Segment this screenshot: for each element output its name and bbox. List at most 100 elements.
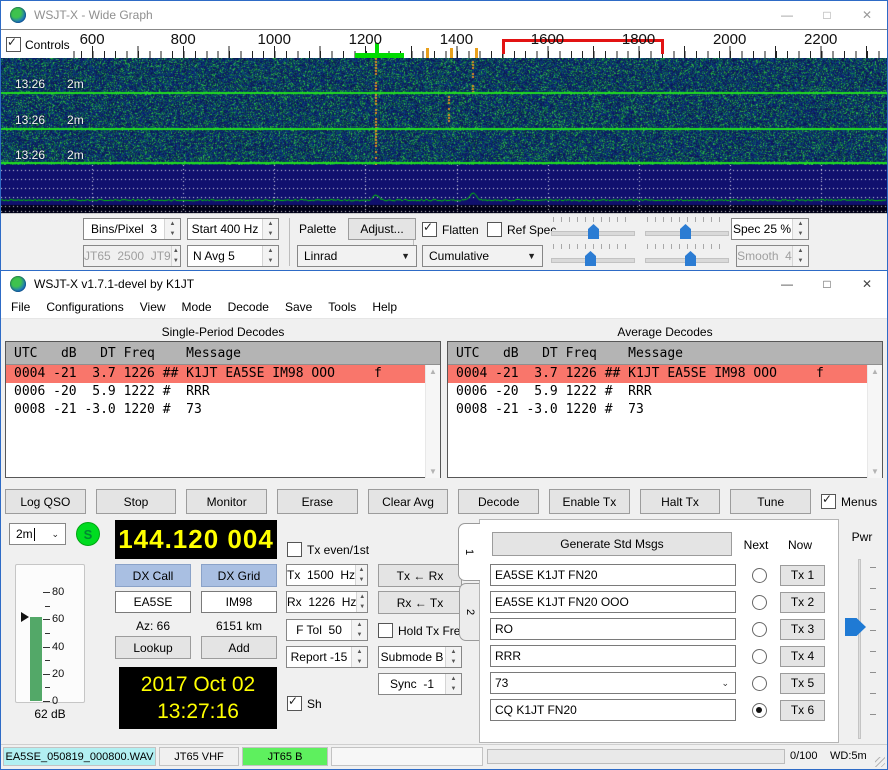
add-button[interactable]: Add xyxy=(201,636,277,659)
dx-call-button[interactable]: DX Call xyxy=(115,564,191,587)
spin-down-icon[interactable]: ▼ xyxy=(356,575,367,585)
tx6-message-input[interactable]: CQ K1JT FN20 xyxy=(490,699,736,721)
spectrum-display[interactable] xyxy=(1,165,887,213)
clear-avg-button[interactable]: Clear Avg xyxy=(368,489,449,514)
spin-down-icon[interactable]: ▼ xyxy=(446,684,461,694)
palette-select[interactable]: Linrad ▼ xyxy=(297,245,417,267)
f-tol-spinner[interactable]: F Tol 50 ▲▼ xyxy=(286,619,368,641)
tx5-next-radio[interactable] xyxy=(752,676,767,691)
menus-checkbox-box[interactable] xyxy=(821,494,836,509)
spin-up-icon[interactable]: ▲ xyxy=(446,674,461,684)
pwr-slider[interactable] xyxy=(858,559,861,739)
tx4-now-button[interactable]: Tx 4 xyxy=(780,646,825,667)
report-spinner[interactable]: Report -15 ▲▼ xyxy=(286,646,368,668)
spin-up-icon[interactable]: ▲ xyxy=(357,592,367,602)
scrollbar[interactable]: ▲▼ xyxy=(867,365,882,478)
sync-spinner[interactable]: Sync -1 ▲▼ xyxy=(378,673,462,695)
slider-handle[interactable] xyxy=(680,224,691,239)
tx5-now-button[interactable]: Tx 5 xyxy=(780,673,825,694)
decode-row[interactable]: 0006 -20 5.9 1222 # RRR xyxy=(448,383,882,401)
tab-2[interactable]: 2 xyxy=(459,583,480,641)
log-qso-button[interactable]: Log QSO xyxy=(5,489,86,514)
tx3-next-radio[interactable] xyxy=(752,622,767,637)
bins-pixel-spinner[interactable]: Bins/Pixel 3 ▲▼ xyxy=(83,218,181,240)
frequency-scale[interactable]: Controls 6008001000120014001600180020002… xyxy=(1,29,887,58)
menu-file[interactable]: File xyxy=(3,300,38,314)
spin-down-icon[interactable]: ▼ xyxy=(357,602,367,612)
spin-down-icon[interactable]: ▼ xyxy=(352,657,367,667)
menu-help[interactable]: Help xyxy=(364,300,405,314)
menu-view[interactable]: View xyxy=(132,300,174,314)
slider-handle[interactable] xyxy=(685,251,696,266)
spin-down-icon[interactable]: ▼ xyxy=(446,657,461,667)
dx-call-input[interactable]: EA5SE xyxy=(115,591,191,613)
spin-up-icon[interactable]: ▲ xyxy=(352,647,367,657)
ref-spec-checkbox[interactable]: Ref Spec xyxy=(487,222,556,237)
rx-freq-spinner[interactable]: Rx 1226 Hz ▲▼ xyxy=(286,591,368,613)
halt-tx-button[interactable]: Halt Tx xyxy=(640,489,721,514)
tx-even-checkbox[interactable]: Tx even/1st xyxy=(287,542,369,557)
decode-row[interactable]: 0004 -21 3.7 1226 ## K1JT EA5SE IM98 OOO… xyxy=(448,365,882,383)
controls-checkbox-box[interactable] xyxy=(6,37,21,52)
tx-even-checkbox-box[interactable] xyxy=(287,542,302,557)
monitor-button[interactable]: Monitor xyxy=(186,489,267,514)
resize-grip[interactable] xyxy=(875,757,885,767)
tx4-next-radio[interactable] xyxy=(752,649,767,664)
spin-down-icon[interactable]: ▼ xyxy=(263,256,278,266)
menu-mode[interactable]: Mode xyxy=(174,300,220,314)
controls-checkbox[interactable]: Controls xyxy=(6,37,73,52)
display-mode-select[interactable]: Cumulative ▼ xyxy=(422,245,543,267)
menu-tools[interactable]: Tools xyxy=(320,300,364,314)
ref-spec-checkbox-box[interactable] xyxy=(487,222,502,237)
decode-row[interactable]: 0004 -21 3.7 1226 ## K1JT EA5SE IM98 OOO… xyxy=(6,365,440,383)
sh-checkbox-box[interactable] xyxy=(287,696,302,711)
tx6-now-button[interactable]: Tx 6 xyxy=(780,700,825,721)
gain-slider-1[interactable] xyxy=(549,217,637,241)
tx3-message-input[interactable]: RO xyxy=(490,618,736,640)
spin-up-icon[interactable]: ▲ xyxy=(263,246,278,256)
menu-save[interactable]: Save xyxy=(277,300,320,314)
spin-down-icon[interactable]: ▼ xyxy=(165,229,180,239)
decode-button[interactable]: Decode xyxy=(458,489,539,514)
hold-tx-freq-checkbox[interactable]: Hold Tx Freq xyxy=(378,623,467,638)
sh-checkbox[interactable]: Sh xyxy=(287,696,322,711)
tx6-next-radio[interactable] xyxy=(752,703,767,718)
menus-checkbox[interactable]: Menus xyxy=(821,494,883,509)
spin-up-icon[interactable]: ▲ xyxy=(352,620,367,630)
spin-up-icon[interactable]: ▲ xyxy=(793,219,808,229)
scrollbar[interactable]: ▲▼ xyxy=(425,365,440,478)
slider-handle[interactable] xyxy=(585,251,596,266)
rx-from-tx-button[interactable]: Rx ← Tx xyxy=(378,591,462,614)
spec-percent-spinner[interactable]: Spec 25 % ▲▼ xyxy=(731,218,809,240)
minimize-icon[interactable]: — xyxy=(767,271,807,296)
spin-up-icon[interactable]: ▲ xyxy=(356,565,367,575)
enable-tx-button[interactable]: Enable Tx xyxy=(549,489,630,514)
waterfall-display[interactable] xyxy=(1,58,887,165)
flatten-checkbox-box[interactable] xyxy=(422,222,437,237)
lookup-button[interactable]: Lookup xyxy=(115,636,191,659)
minimize-icon[interactable]: — xyxy=(767,1,807,29)
single-period-decodes-table[interactable]: UTC dB DT Freq Message 0004 -21 3.7 1226… xyxy=(5,341,441,478)
tx1-now-button[interactable]: Tx 1 xyxy=(780,565,825,586)
menu-configurations[interactable]: Configurations xyxy=(38,300,131,314)
submode-spinner[interactable]: Submode B ▲▼ xyxy=(378,646,462,668)
gain-slider-2[interactable] xyxy=(643,217,731,241)
start-hz-spinner[interactable]: Start 400 Hz ▲▼ xyxy=(187,218,279,240)
close-icon[interactable]: ✕ xyxy=(847,271,887,296)
close-icon[interactable]: ✕ xyxy=(847,1,887,29)
tx2-next-radio[interactable] xyxy=(752,595,767,610)
tx3-now-button[interactable]: Tx 3 xyxy=(780,619,825,640)
decode-row[interactable]: 0008 -21 -3.0 1220 # 73 xyxy=(6,401,440,419)
slider-handle[interactable] xyxy=(588,224,599,239)
maximize-icon[interactable]: □ xyxy=(807,271,847,296)
adjust-button[interactable]: Adjust... xyxy=(348,218,416,240)
tx5-message-combo[interactable]: 73⌄ xyxy=(490,672,736,694)
tx-freq-spinner[interactable]: Tx 1500 Hz ▲▼ xyxy=(286,564,368,586)
flatten-checkbox[interactable]: Flatten xyxy=(422,222,479,237)
erase-button[interactable]: Erase xyxy=(277,489,358,514)
tx4-message-input[interactable]: RRR xyxy=(490,645,736,667)
gain-slider-4[interactable] xyxy=(643,244,731,268)
menu-decode[interactable]: Decode xyxy=(220,300,277,314)
spin-up-icon[interactable]: ▲ xyxy=(263,219,278,229)
spin-up-icon[interactable]: ▲ xyxy=(446,647,461,657)
